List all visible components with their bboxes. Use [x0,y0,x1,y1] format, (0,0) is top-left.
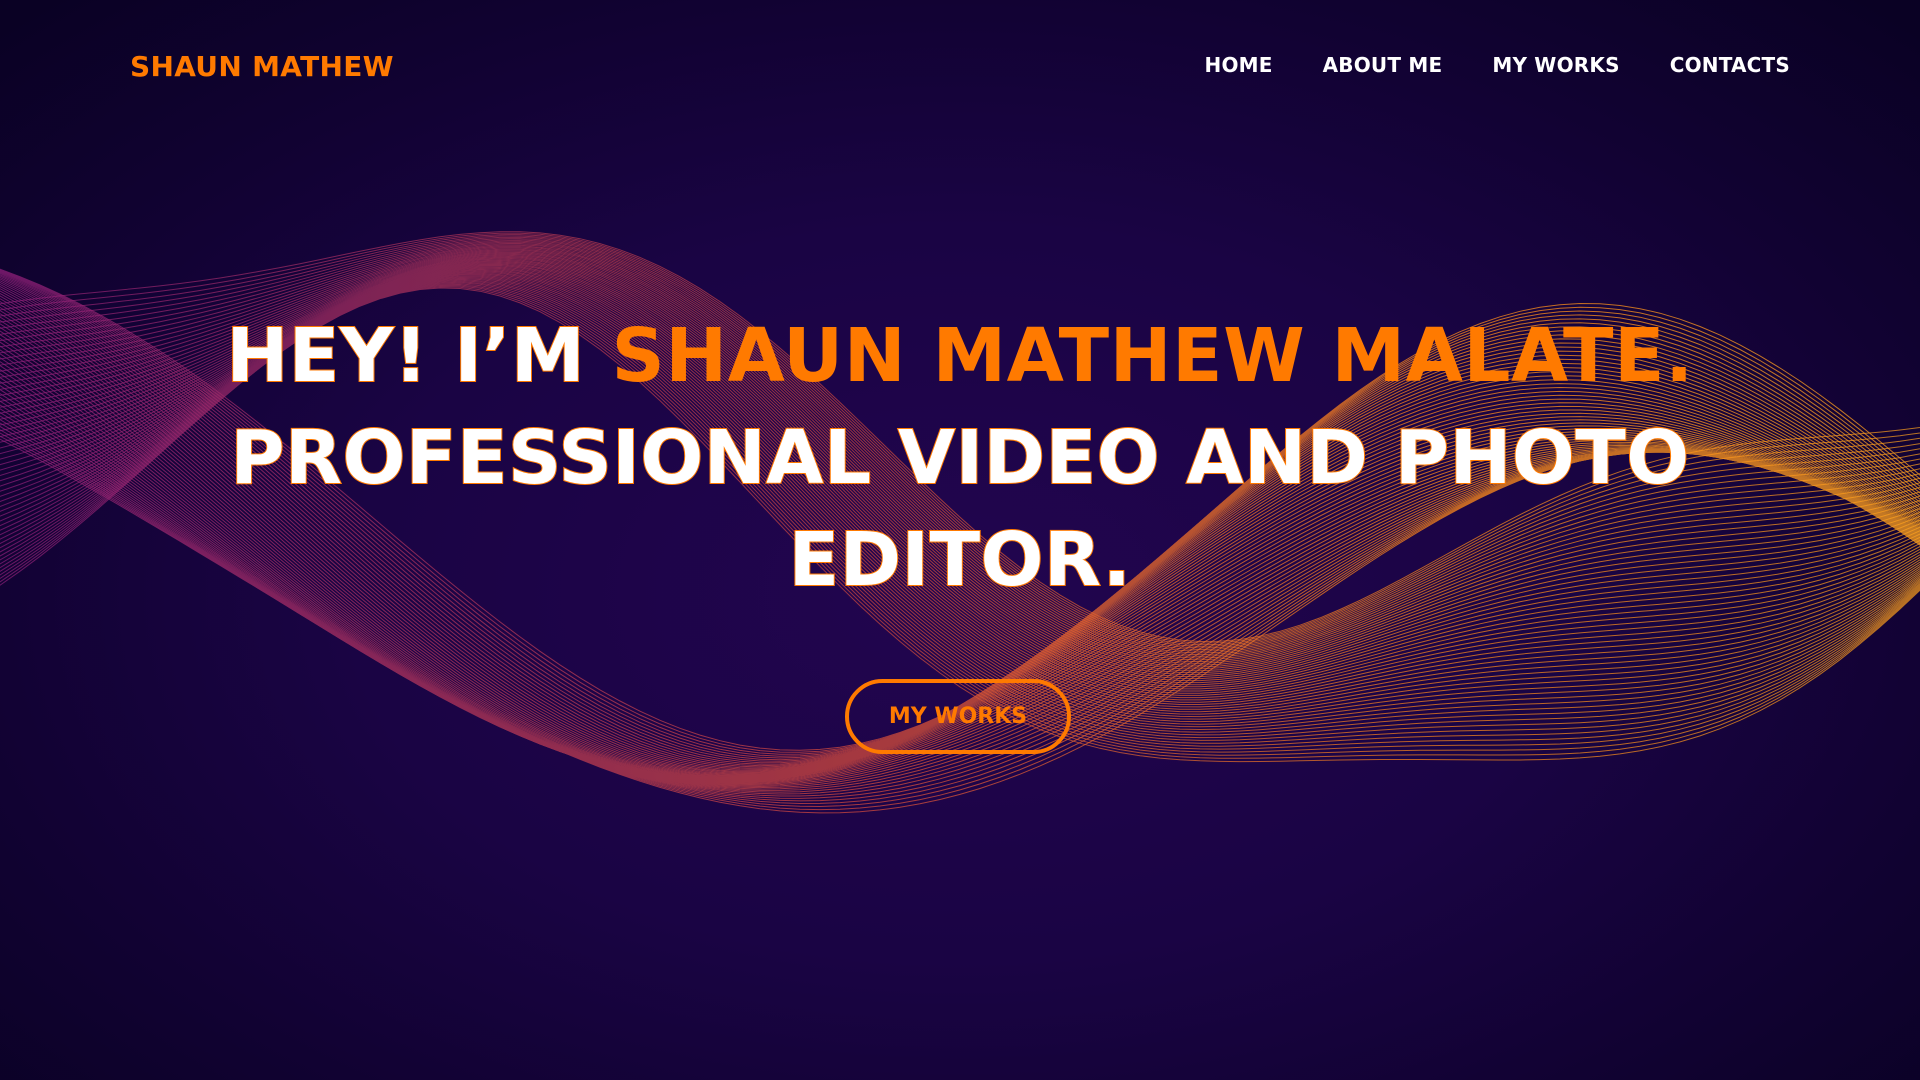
hero-section: HEY! I’M SHAUN MATHEW MALATE. PROFESSION… [160,305,1760,611]
top-navbar: SHAUN MATHEW HOME ABOUT ME MY WORKS CONT… [0,0,1920,135]
hero-name: SHAUN MATHEW MALATE. [611,313,1694,399]
hero-headline: HEY! I’M SHAUN MATHEW MALATE. PROFESSION… [160,305,1760,611]
nav-link-contacts[interactable]: CONTACTS [1670,53,1790,77]
main-nav: HOME ABOUT ME MY WORKS CONTACTS [1205,53,1791,77]
site-logo[interactable]: SHAUN MATHEW [130,50,394,83]
nav-link-about-me[interactable]: ABOUT ME [1323,53,1443,77]
my-works-button[interactable]: MY WORKS [845,679,1071,754]
nav-link-home[interactable]: HOME [1205,53,1273,77]
hero-greeting: HEY! I’M [225,312,612,400]
hero-tagline: PROFESSIONAL VIDEO AND PHOTO EDITOR. [229,414,1690,604]
nav-link-my-works[interactable]: MY WORKS [1492,53,1619,77]
